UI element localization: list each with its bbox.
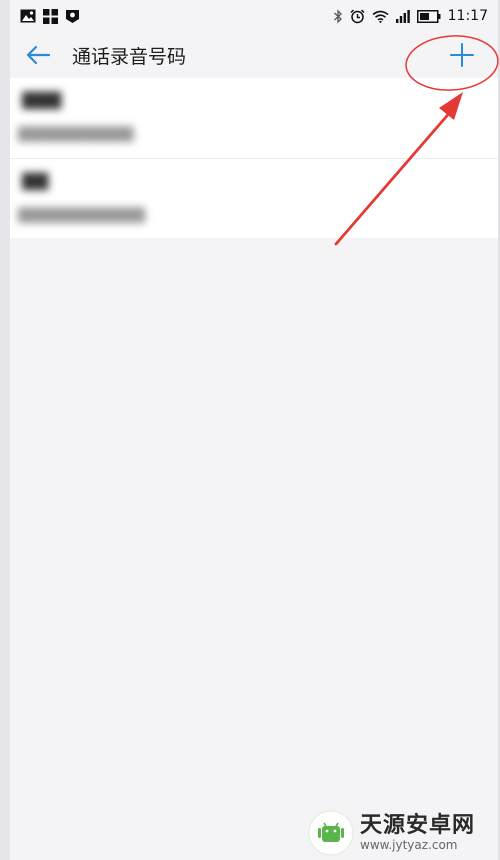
watermark-title: 天源安卓网 bbox=[360, 813, 476, 838]
status-right-icons: 11:17 bbox=[333, 8, 488, 24]
list-item[interactable]: ▇▇▇ ▇▇▇▇▇▇▇▇▇▇ bbox=[10, 78, 498, 158]
apps-grid-icon bbox=[43, 8, 58, 24]
image-icon bbox=[20, 9, 36, 23]
bluetooth-icon bbox=[333, 8, 343, 24]
signal-icon bbox=[395, 9, 410, 23]
contact-name: ▇▇▇ bbox=[22, 90, 62, 110]
plus-icon bbox=[450, 43, 474, 67]
contact-number: ▇▇▇▇▇▇▇▇▇▇▇ bbox=[18, 205, 145, 223]
alarm-icon bbox=[350, 8, 365, 24]
screen-left-edge bbox=[0, 0, 10, 860]
status-left-icons bbox=[20, 8, 80, 24]
back-button[interactable] bbox=[10, 32, 66, 78]
watermark: 天源安卓网 www.jytyaz.com bbox=[308, 808, 496, 858]
watermark-text: 天源安卓网 www.jytyaz.com bbox=[360, 813, 476, 853]
list-item[interactable]: ▇▇ ▇▇▇▇▇▇▇▇▇▇▇ bbox=[10, 158, 498, 238]
shield-notification-icon bbox=[65, 9, 80, 24]
recording-numbers-list: ▇▇▇ ▇▇▇▇▇▇▇▇▇▇ ▇▇ ▇▇▇▇▇▇▇▇▇▇▇ bbox=[10, 78, 498, 238]
watermark-url: www.jytyaz.com bbox=[360, 838, 458, 852]
app-bar: 通话录音号码 bbox=[10, 32, 498, 78]
watermark-logo-icon bbox=[308, 810, 354, 856]
contact-name: ▇▇ bbox=[22, 171, 49, 191]
battery-icon bbox=[416, 9, 441, 23]
status-bar: 11:17 bbox=[10, 0, 498, 32]
wifi-icon bbox=[372, 10, 389, 23]
contact-number: ▇▇▇▇▇▇▇▇▇▇ bbox=[18, 124, 134, 142]
page-title: 通话录音号码 bbox=[72, 45, 187, 68]
add-number-button[interactable] bbox=[442, 36, 482, 74]
status-time: 11:17 bbox=[447, 8, 488, 24]
arrow-left-icon bbox=[26, 45, 51, 65]
